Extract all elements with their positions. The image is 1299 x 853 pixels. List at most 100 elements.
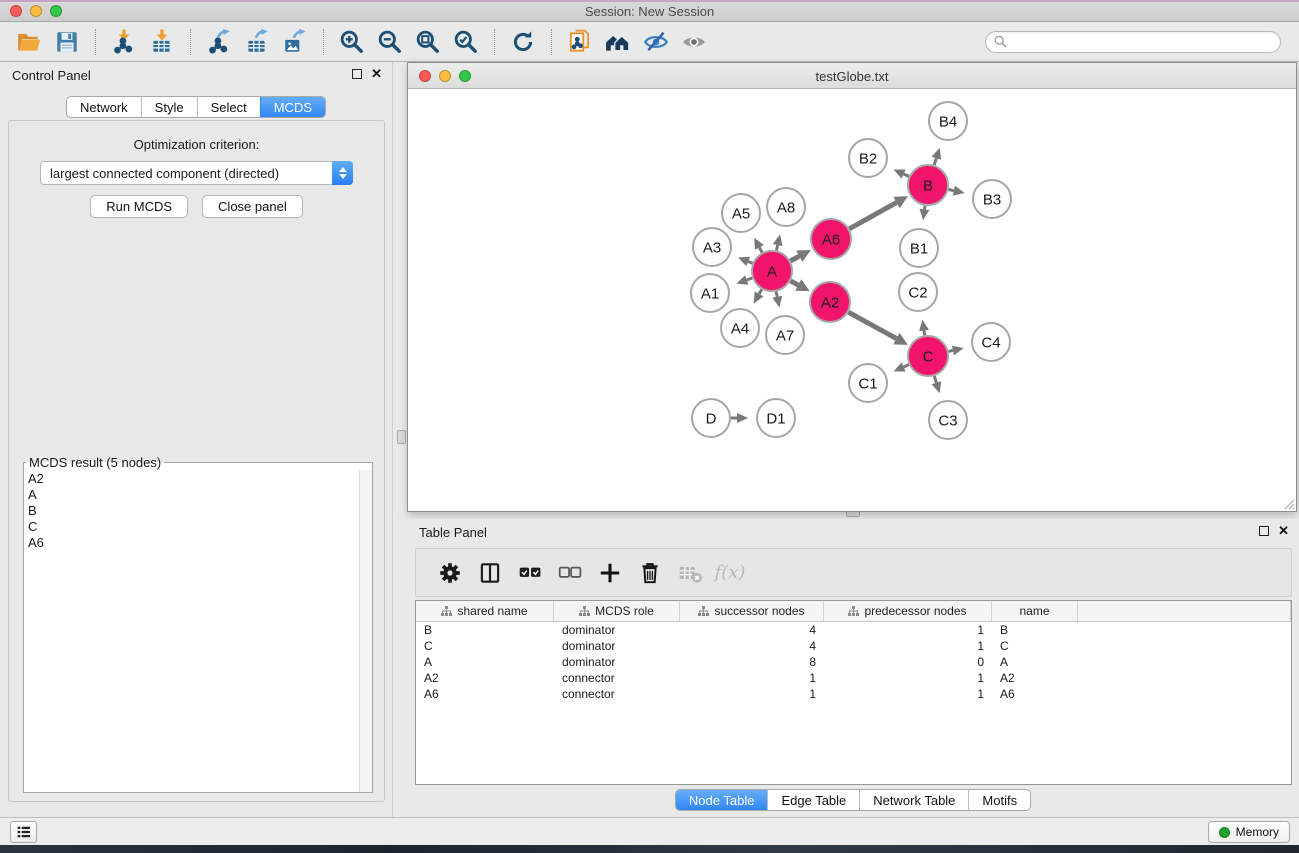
deselect-all-button[interactable]: [554, 557, 586, 589]
tab-mcds[interactable]: MCDS: [260, 97, 325, 117]
export-network-button[interactable]: [203, 26, 235, 58]
table-row[interactable]: Adominator80A: [416, 654, 1291, 670]
graph-node-B2[interactable]: B2: [849, 139, 887, 177]
mcds-result-item[interactable]: B: [28, 503, 359, 519]
optimization-select[interactable]: largest connected component (directed): [40, 161, 353, 185]
graph-node-A1[interactable]: A1: [691, 274, 729, 312]
mcds-result-list[interactable]: A2ABCA6: [24, 470, 359, 792]
column-header-shared-name[interactable]: shared name: [416, 601, 554, 621]
search-input[interactable]: [1007, 34, 1272, 50]
duplicate-network-button[interactable]: [564, 26, 596, 58]
graph-edge-A-A4[interactable]: [754, 289, 764, 303]
open-session-button[interactable]: [13, 26, 45, 58]
export-table-button[interactable]: [241, 26, 273, 58]
save-session-button[interactable]: [51, 26, 83, 58]
mcds-result-item[interactable]: A: [28, 487, 359, 503]
select-all-button[interactable]: [514, 557, 546, 589]
zoom-fit-button[interactable]: [412, 26, 444, 58]
table-tab-motifs[interactable]: Motifs: [968, 790, 1030, 810]
result-scrollbar[interactable]: [359, 470, 372, 792]
network-canvas[interactable]: B4 B2 B B3 A8A5 A6 A3 B1 A A1 C2 A2 A4A7 C4 C C1 C3 D D1: [408, 89, 1296, 511]
graph-edge-A-A8[interactable]: [773, 234, 783, 250]
graph-edge-A6-B[interactable]: [849, 196, 908, 229]
table-row[interactable]: Cdominator41C: [416, 638, 1291, 654]
first-neighbors-button[interactable]: [602, 26, 634, 58]
import-network-button[interactable]: [108, 26, 140, 58]
graph-edge-C-C2[interactable]: [919, 320, 929, 336]
vertical-splitter-handle[interactable]: [397, 430, 406, 444]
graph-edge-A-A5[interactable]: [754, 238, 764, 253]
float-panel-icon[interactable]: [352, 69, 362, 79]
graph-edge-C-C3[interactable]: [932, 376, 942, 393]
close-panel-icon[interactable]: ✕: [371, 69, 382, 79]
import-table-button[interactable]: [146, 26, 178, 58]
graph-node-A[interactable]: A: [752, 251, 792, 291]
graph-node-D1[interactable]: D1: [757, 399, 795, 437]
table-tab-network-table[interactable]: Network Table: [859, 790, 968, 810]
zoom-out-button[interactable]: [374, 26, 406, 58]
table-row[interactable]: A6connector11A6: [416, 686, 1291, 702]
memory-button[interactable]: Memory: [1208, 821, 1290, 843]
zoom-selected-button[interactable]: [450, 26, 482, 58]
mcds-result-item[interactable]: C: [28, 519, 359, 535]
close-panel-button[interactable]: Close panel: [202, 195, 303, 218]
toggle-columns-button[interactable]: [474, 557, 506, 589]
graph-edge-B-B4[interactable]: [932, 148, 942, 165]
table-row[interactable]: A2connector11A2: [416, 670, 1291, 686]
refresh-button[interactable]: [507, 26, 539, 58]
graph-node-B4[interactable]: B4: [929, 102, 967, 140]
add-column-button[interactable]: [594, 557, 626, 589]
graph-node-C2[interactable]: C2: [899, 273, 937, 311]
show-panels-button[interactable]: [10, 821, 37, 843]
tab-network[interactable]: Network: [67, 97, 141, 117]
run-mcds-button[interactable]: Run MCDS: [90, 195, 188, 218]
graph-node-A7[interactable]: A7: [766, 316, 804, 354]
graph-node-A3[interactable]: A3: [693, 228, 731, 266]
graph-node-C[interactable]: C: [908, 336, 948, 376]
graph-node-A2[interactable]: A2: [810, 282, 850, 322]
mcds-result-item[interactable]: A6: [28, 535, 359, 551]
table-row[interactable]: Bdominator41B: [416, 622, 1291, 638]
graph-node-C4[interactable]: C4: [972, 323, 1010, 361]
graph-node-A5[interactable]: A5: [722, 194, 760, 232]
resize-grip-icon[interactable]: [1281, 496, 1295, 510]
mcds-result-item[interactable]: A2: [28, 471, 359, 487]
graph-node-C1[interactable]: C1: [849, 364, 887, 402]
column-header-mcds-role[interactable]: MCDS role: [554, 601, 680, 621]
column-header-successor-nodes[interactable]: successor nodes: [680, 601, 824, 621]
table-settings-button[interactable]: [434, 557, 466, 589]
graph-node-C3[interactable]: C3: [929, 401, 967, 439]
graph-node-A4[interactable]: A4: [721, 309, 759, 347]
graph-edge-C-C4[interactable]: [948, 346, 963, 356]
column-header-name[interactable]: name: [992, 601, 1078, 621]
graph-node-A6[interactable]: A6: [811, 219, 851, 259]
delete-column-button[interactable]: [634, 557, 666, 589]
graph-edge-A2-C[interactable]: [848, 312, 907, 345]
hide-selected-button[interactable]: [640, 26, 672, 58]
graph-edge-A-A1[interactable]: [736, 275, 752, 284]
zoom-in-button[interactable]: [336, 26, 368, 58]
graph-edge-A-A7[interactable]: [772, 292, 782, 308]
graph-edge-D-D1[interactable]: [731, 413, 748, 423]
graph-node-A8[interactable]: A8: [767, 188, 805, 226]
table-float-panel-icon[interactable]: [1259, 526, 1269, 536]
export-image-button[interactable]: [279, 26, 311, 58]
graph-edge-A-A6[interactable]: [790, 250, 810, 262]
column-header-predecessor-nodes[interactable]: predecessor nodes: [824, 601, 992, 621]
tab-style[interactable]: Style: [141, 97, 197, 117]
graph-node-B1[interactable]: B1: [900, 229, 938, 267]
graph-edge-B-B1[interactable]: [920, 206, 930, 220]
graph-edge-C-C1[interactable]: [894, 362, 909, 371]
graph-edge-A-A3[interactable]: [738, 257, 753, 266]
graph-edge-B-B2[interactable]: [894, 169, 909, 178]
graph-edge-A-A2[interactable]: [791, 279, 810, 291]
search-field[interactable]: [985, 31, 1281, 53]
graph-node-B[interactable]: B: [908, 165, 948, 205]
table-tab-node-table[interactable]: Node Table: [676, 790, 768, 810]
graph-node-D[interactable]: D: [692, 399, 730, 437]
table-close-panel-icon[interactable]: ✕: [1278, 526, 1289, 536]
table-tab-edge-table[interactable]: Edge Table: [767, 790, 859, 810]
graph-node-B3[interactable]: B3: [973, 180, 1011, 218]
graph-edge-B-B3[interactable]: [949, 186, 965, 196]
tab-select[interactable]: Select: [197, 97, 260, 117]
